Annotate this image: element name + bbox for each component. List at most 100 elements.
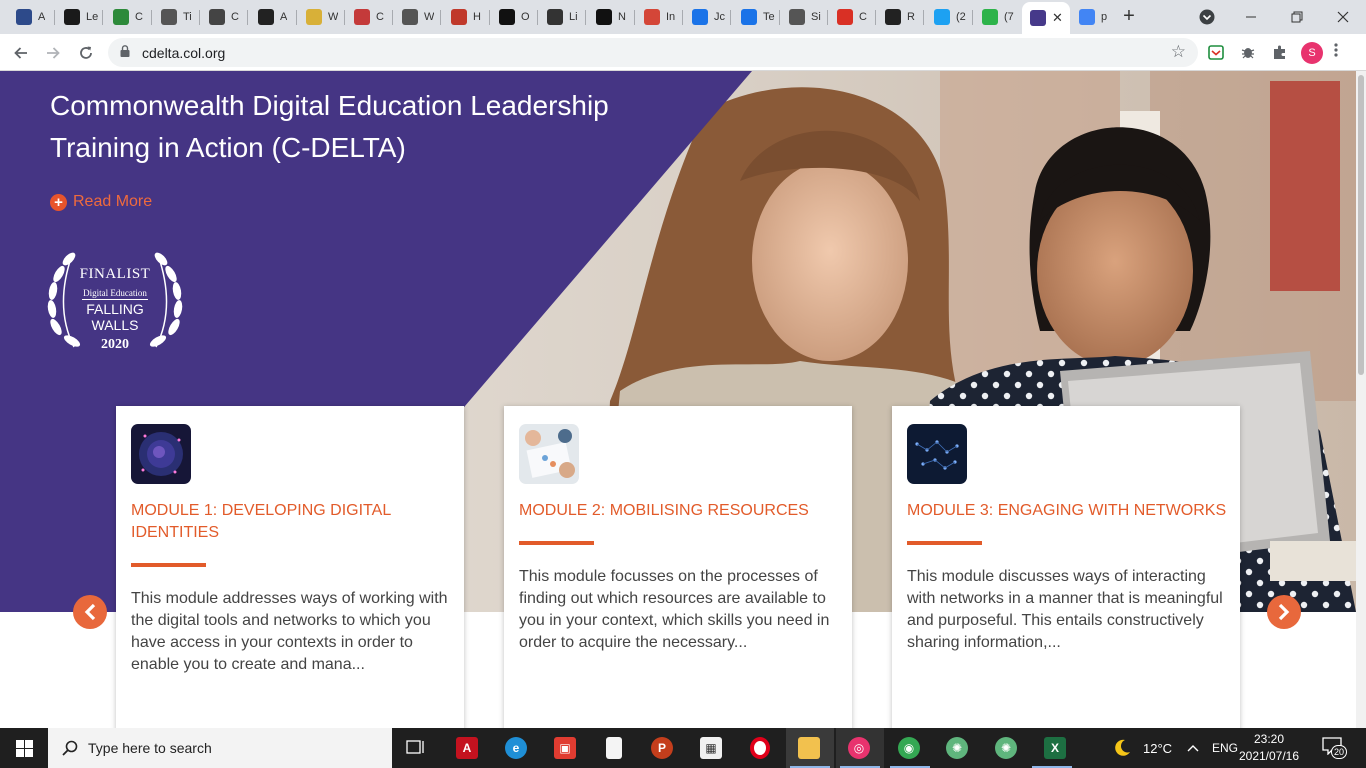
c-logo-icon (741, 9, 757, 25)
browser-tab[interactable]: C (105, 4, 149, 30)
tab-title: A (38, 11, 46, 23)
taskbar-gift[interactable]: ▣ (549, 734, 581, 762)
browser-tab[interactable]: Li (539, 4, 583, 30)
crest-icon (354, 9, 370, 25)
taskbar-atom[interactable]: ✺ (941, 734, 973, 762)
twitter-icon (934, 9, 950, 25)
reload-button[interactable] (73, 40, 99, 66)
browser-tab[interactable]: A (8, 4, 52, 30)
module-title[interactable]: MODULE 3: ENGAGING WITH NETWORKS (907, 500, 1227, 522)
module-card-3[interactable]: MODULE 3: ENGAGING WITH NETWORKS This mo… (892, 406, 1240, 728)
browser-tab[interactable]: C (829, 4, 873, 30)
x-logo-icon (64, 9, 80, 25)
bookmark-star-icon[interactable]: ☆ (1171, 42, 1186, 62)
taskbar-chrome[interactable]: ◉ (893, 734, 925, 762)
new-tab-button[interactable]: + (1117, 4, 1141, 30)
edge-icon: e (505, 737, 527, 759)
taskbar-search[interactable]: Type here to search (48, 728, 392, 768)
browser-tab[interactable]: Te (733, 4, 777, 30)
read-more-link[interactable]: + Read More (50, 193, 152, 211)
powerpoint-icon: P (651, 737, 673, 759)
start-button[interactable] (0, 728, 48, 768)
scrollbar-thumb[interactable] (1358, 75, 1364, 375)
notification-center-button[interactable]: 20 (1322, 737, 1347, 759)
taskbar-atom-2[interactable]: ✺ (990, 734, 1022, 762)
browser-tab[interactable]: p (1071, 4, 1115, 30)
extension-icon[interactable] (1206, 42, 1226, 62)
taskbar-notepad[interactable] (598, 734, 630, 762)
browser-tab[interactable]: H (443, 4, 487, 30)
module-title[interactable]: MODULE 2: MOBILISING RESOURCES (519, 500, 839, 522)
taskbar-powerpoint[interactable]: P (646, 734, 678, 762)
tab-separator (923, 10, 924, 25)
browser-tab[interactable]: N (588, 4, 632, 30)
carousel-next-button[interactable] (1267, 595, 1301, 629)
networks-image (907, 424, 967, 484)
browser-tab[interactable]: Si (781, 4, 825, 30)
browser-tab[interactable]: Jc (684, 4, 728, 30)
minimize-button[interactable] (1228, 0, 1274, 34)
tab-separator (827, 10, 828, 25)
browser-tab[interactable]: In (636, 4, 680, 30)
module-card-1[interactable]: MODULE 1: DEVELOPING DIGITAL IDENTITIES … (116, 406, 464, 728)
browser-tab[interactable]: W (394, 4, 438, 30)
browser-tab[interactable]: Le (56, 4, 100, 30)
language-indicator[interactable]: ENG (1212, 728, 1238, 768)
task-view-button[interactable] (400, 734, 432, 762)
page-scrollbar[interactable] (1356, 71, 1366, 728)
module-divider (519, 541, 594, 545)
url-text: cdelta.col.org (142, 45, 226, 61)
tab-separator (296, 10, 297, 25)
taskbar-file-explorer[interactable] (793, 734, 825, 762)
browser-tab[interactable]: O (491, 4, 535, 30)
module-card-2[interactable]: MODULE 2: MOBILISING RESOURCES This modu… (504, 406, 852, 728)
address-bar[interactable]: cdelta.col.org ☆ (108, 38, 1198, 67)
badge-divider (82, 299, 148, 300)
profile-avatar[interactable]: S (1301, 42, 1323, 64)
restore-button[interactable] (1274, 0, 1320, 34)
taskbar-acrobat[interactable]: A (451, 734, 483, 762)
system-clock[interactable]: 23:20 2021/07/16 (1236, 731, 1302, 765)
taskbar-edge[interactable]: e (500, 734, 532, 762)
menu-button[interactable] (1334, 42, 1338, 63)
taskbar-store[interactable]: ▦ (695, 734, 727, 762)
taskbar-opera[interactable] (744, 734, 776, 762)
close-icon (1337, 11, 1349, 23)
browser-tab[interactable]: (7 (974, 4, 1018, 30)
browser-tab[interactable]: A (250, 4, 294, 30)
browser-tab-active[interactable]: ✕ (1022, 2, 1070, 34)
tab-separator (585, 10, 586, 25)
taskbar-chrome-profile[interactable]: ◎ (843, 734, 875, 762)
back-button[interactable] (8, 40, 34, 66)
shield-icon (16, 9, 32, 25)
browser-tab[interactable]: (2 (926, 4, 970, 30)
close-tab-icon[interactable]: ✕ (1052, 10, 1063, 26)
search-icon (62, 740, 78, 756)
forward-button[interactable] (40, 40, 66, 66)
extensions-button[interactable] (1270, 42, 1290, 62)
horseshoe-icon (885, 9, 901, 25)
taskbar-excel[interactable]: X (1039, 734, 1071, 762)
tab-separator (247, 10, 248, 25)
weather-widget[interactable]: 12°C (1112, 728, 1172, 768)
tab-title: Jc (714, 11, 725, 23)
tab-title: C (135, 11, 143, 23)
clock-date: 2021/07/16 (1238, 749, 1300, 763)
search-placeholder: Type here to search (88, 740, 212, 756)
browser-tab[interactable]: C (346, 4, 390, 30)
browser-tab[interactable]: Ti (153, 4, 197, 30)
browser-tab[interactable]: R (877, 4, 921, 30)
browser-tab[interactable]: W (298, 4, 342, 30)
module-title[interactable]: MODULE 1: DEVELOPING DIGITAL IDENTITIES (131, 500, 451, 544)
browser-tab[interactable]: C (201, 4, 245, 30)
google-icon (1079, 9, 1095, 25)
tab-title: H (473, 11, 481, 23)
star-red-icon (837, 9, 853, 25)
close-window-button[interactable] (1320, 0, 1366, 34)
extension-bug-icon[interactable] (1238, 42, 1258, 62)
document-icon (606, 737, 622, 759)
tab-search-button[interactable] (1184, 0, 1230, 34)
chevron-down-icon (1199, 9, 1215, 25)
carousel-prev-button[interactable] (73, 595, 107, 629)
tray-overflow-button[interactable] (1187, 728, 1199, 768)
